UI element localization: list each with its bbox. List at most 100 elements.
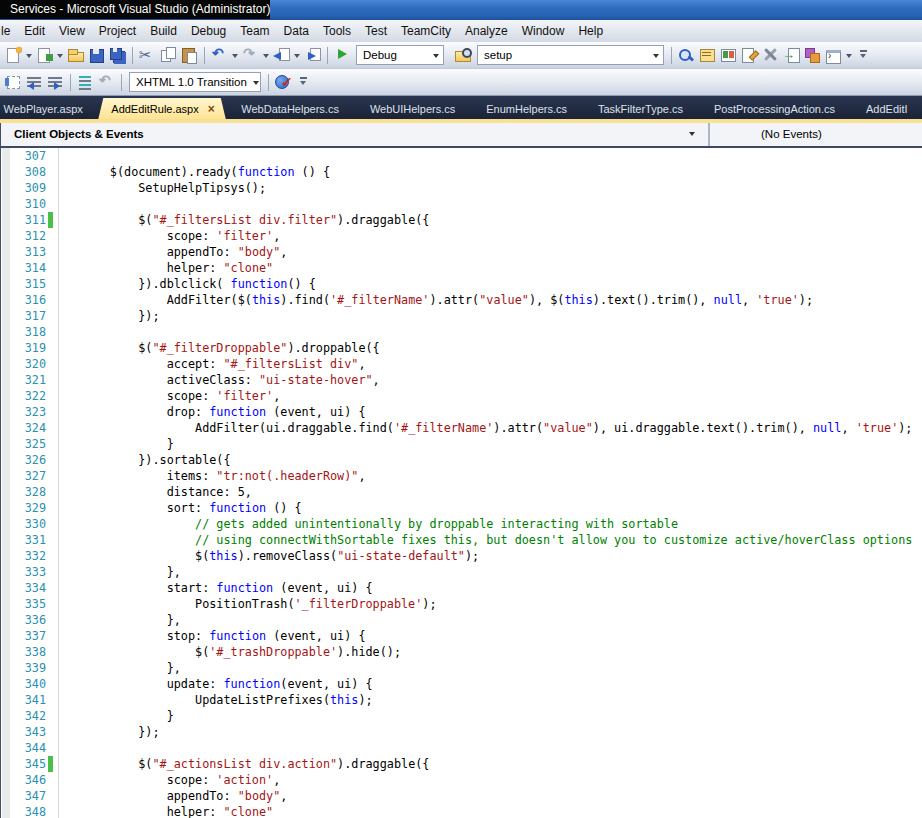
undo-icon[interactable] — [210, 46, 229, 64]
code-line-314[interactable]: 314 helper: "clone" — [1, 260, 922, 276]
menu-window[interactable]: Window — [515, 20, 572, 42]
code-line-347[interactable]: 347 appendTo: "body", — [1, 788, 922, 804]
tab-addeditrule-aspx[interactable]: AddEditRule.aspx× — [98, 98, 225, 119]
format-selection-icon[interactable] — [97, 73, 116, 91]
code-line-307[interactable]: 307 — [1, 148, 922, 164]
redo-icon[interactable] — [241, 46, 260, 64]
copy-icon[interactable] — [159, 46, 178, 64]
find-symbol-icon[interactable] — [677, 46, 696, 64]
code-line-340[interactable]: 340 update: function(event, ui) { — [1, 676, 922, 692]
new-query-icon[interactable] — [740, 46, 759, 64]
extension-manager-icon[interactable] — [803, 46, 822, 64]
code-line-346[interactable]: 346 scope: 'action', — [1, 772, 922, 788]
dropdown-arrow-icon[interactable] — [261, 47, 270, 63]
dropdown-arrow-icon[interactable] — [24, 47, 33, 63]
menu-test[interactable]: Test — [358, 20, 394, 42]
code-line-312[interactable]: 312 scope: 'filter', — [1, 228, 922, 244]
save-icon[interactable] — [87, 46, 106, 64]
dropdown-arrow-icon[interactable] — [844, 47, 853, 63]
cut-icon[interactable] — [138, 46, 157, 64]
new-item-icon[interactable] — [4, 46, 23, 64]
code-line-334[interactable]: 334 start: function (event, ui) { — [1, 580, 922, 596]
code-line-342[interactable]: 342 } — [1, 708, 922, 724]
menu-tools[interactable]: Tools — [316, 20, 358, 42]
code-line-315[interactable]: 315 }).dblclick( function() { — [1, 276, 922, 292]
code-line-311[interactable]: 311 $("#_filtersList div.filter").dragga… — [1, 212, 922, 228]
code-line-310[interactable]: 310 — [1, 196, 922, 212]
code-line-328[interactable]: 328 distance: 5, — [1, 484, 922, 500]
menu-help[interactable]: Help — [571, 20, 610, 42]
code-line-341[interactable]: 341 UpdateListPrefixes(this); — [1, 692, 922, 708]
code-line-348[interactable]: 348 helper: "clone" — [1, 804, 922, 818]
menu-edit[interactable]: Edit — [17, 20, 52, 42]
tab-webplayer-aspx[interactable]: WebPlayer.aspx — [0, 98, 98, 119]
code-line-331[interactable]: 331 // using connectWithSortable fixes t… — [1, 532, 922, 548]
add-project-icon[interactable] — [35, 46, 54, 64]
code-line-323[interactable]: 323 drop: function (event, ui) { — [1, 404, 922, 420]
event-dropdown[interactable]: (No Events) — [710, 123, 922, 146]
code-line-337[interactable]: 337 stop: function (event, ui) { — [1, 628, 922, 644]
toolbar-overflow-button[interactable] — [857, 46, 871, 64]
code-line-309[interactable]: 309 SetupHelpTipsys(); — [1, 180, 922, 196]
code-line-338[interactable]: 338 $('#_trashDroppable').hide(); — [1, 644, 922, 660]
paste-icon[interactable] — [180, 46, 199, 64]
code-line-324[interactable]: 324 AddFilter(ui.draggable.find('#_filte… — [1, 420, 922, 436]
find-in-files-icon[interactable] — [454, 46, 473, 64]
menu-team[interactable]: Team — [233, 20, 276, 42]
format-document-icon[interactable] — [76, 73, 95, 91]
code-editor[interactable]: 307308 $(document).ready(function () {30… — [0, 148, 922, 818]
menu-analyze[interactable]: Analyze — [458, 20, 515, 42]
increase-indent-icon[interactable] — [46, 73, 65, 91]
validate-icon[interactable] — [274, 73, 293, 91]
code-line-336[interactable]: 336 }, — [1, 612, 922, 628]
tab-taskfiltertype-cs[interactable]: TaskFilterType.cs — [582, 98, 698, 119]
tab-webuihelpers-cs[interactable]: WebUIHelpers.cs — [354, 98, 470, 119]
doctype-combobox[interactable]: XHTML 1.0 Transition — [129, 72, 261, 92]
code-line-333[interactable]: 333 }, — [1, 564, 922, 580]
code-line-335[interactable]: 335 PositionTrash('_filterDroppable'); — [1, 596, 922, 612]
decrease-indent-icon[interactable] — [25, 73, 44, 91]
open-folder-icon[interactable] — [66, 46, 85, 64]
code-line-313[interactable]: 313 appendTo: "body", — [1, 244, 922, 260]
tools-options-icon[interactable] — [761, 46, 780, 64]
code-line-316[interactable]: 316 AddFilter($(this).find('#_filterName… — [1, 292, 922, 308]
code-line-329[interactable]: 329 sort: function () { — [1, 500, 922, 516]
menu-data[interactable]: Data — [277, 20, 316, 42]
code-line-321[interactable]: 321 activeClass: "ui-state-hover", — [1, 372, 922, 388]
close-icon[interactable]: × — [208, 104, 215, 114]
code-line-343[interactable]: 343 }); — [1, 724, 922, 740]
menu-view[interactable]: View — [52, 20, 92, 42]
menu-project[interactable]: Project — [92, 20, 143, 42]
find-combo-combobox[interactable]: setup — [477, 45, 664, 65]
save-all-icon[interactable] — [108, 46, 127, 64]
code-line-322[interactable]: 322 scope: 'filter', — [1, 388, 922, 404]
tab-enumhelpers-cs[interactable]: EnumHelpers.cs — [471, 98, 583, 119]
code-line-317[interactable]: 317 }); — [1, 308, 922, 324]
code-line-320[interactable]: 320 accept: "#_filtersList div", — [1, 356, 922, 372]
code-line-319[interactable]: 319 $("#_filterDroppable").droppable({ — [1, 340, 922, 356]
tab-postprocessingaction-cs[interactable]: PostProcessingAction.cs — [698, 98, 850, 119]
code-line-330[interactable]: 330 // gets added unintentionally by dro… — [1, 516, 922, 532]
select-region-icon[interactable] — [4, 73, 23, 91]
code-line-339[interactable]: 339 }, — [1, 660, 922, 676]
solution-config-combobox[interactable]: Debug — [356, 45, 444, 65]
tab-webdatahelpers-cs[interactable]: WebDataHelpers.cs — [226, 98, 355, 119]
code-line-344[interactable]: 344 — [1, 740, 922, 756]
navigate-to-icon[interactable] — [782, 46, 801, 64]
start-debug-icon[interactable] — [333, 46, 352, 64]
object-dropdown[interactable]: Client Objects & Events — [1, 123, 708, 146]
code-line-325[interactable]: 325 } — [1, 436, 922, 452]
dropdown-arrow-icon[interactable] — [292, 47, 301, 63]
code-line-318[interactable]: 318 — [1, 324, 922, 340]
dropdown-arrow-icon[interactable] — [55, 47, 64, 63]
code-line-326[interactable]: 326 }).sortable({ — [1, 452, 922, 468]
menu-build[interactable]: Build — [143, 20, 184, 42]
object-browser-icon[interactable] — [719, 46, 738, 64]
nav-back-icon[interactable] — [272, 46, 291, 64]
menu-teamcity[interactable]: TeamCity — [394, 20, 458, 42]
nav-forward-icon[interactable] — [303, 46, 322, 64]
tab-addediti[interactable]: AddEditI — [851, 98, 922, 119]
code-line-345[interactable]: 345 $("#_actionsList div.action").dragga… — [1, 756, 922, 772]
properties-window-icon[interactable] — [698, 46, 717, 64]
code-line-327[interactable]: 327 items: "tr:not(.headerRow)", — [1, 468, 922, 484]
